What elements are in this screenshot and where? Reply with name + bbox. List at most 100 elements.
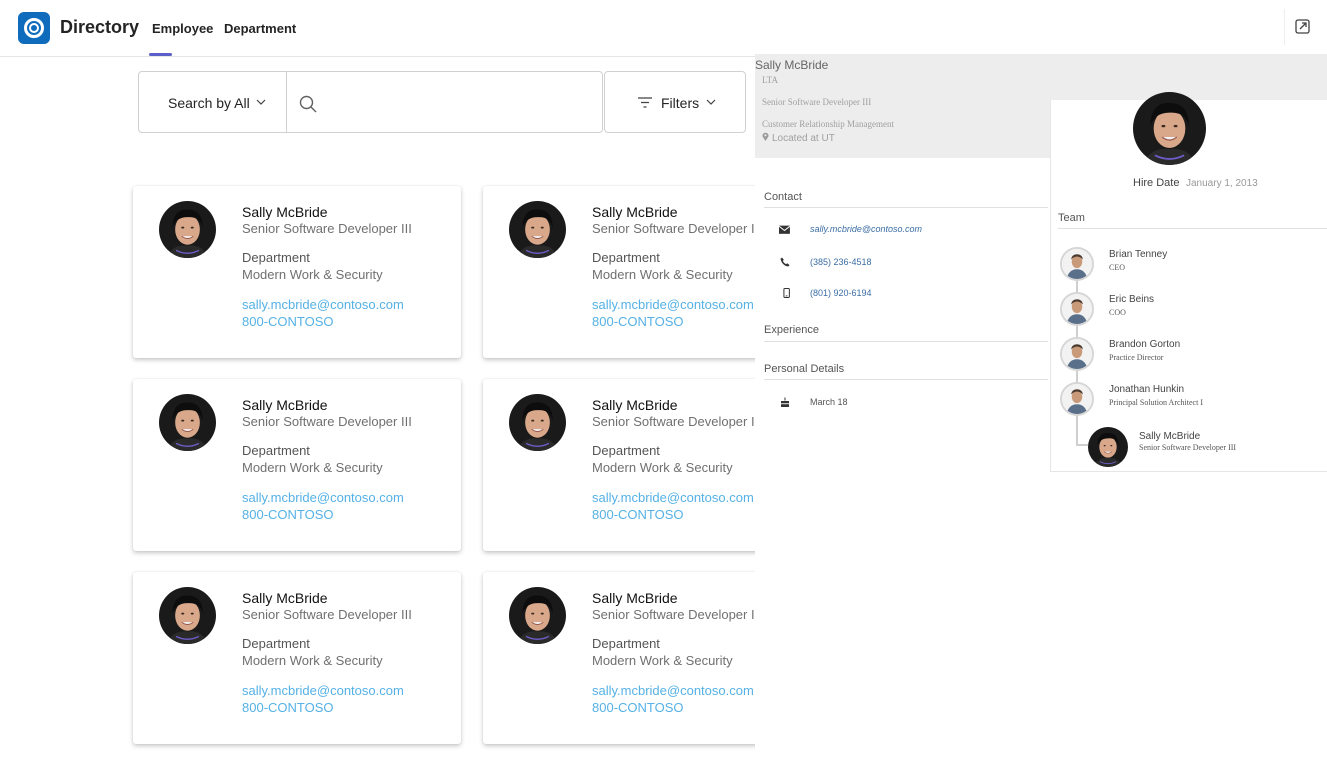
- contact-email: sally.mcbride@contoso.com: [810, 224, 923, 234]
- tab-department[interactable]: Department: [224, 21, 296, 36]
- team-member-name[interactable]: Eric Beins: [1109, 294, 1154, 305]
- employee-card[interactable]: Sally McBride Senior Software Developer …: [133, 379, 461, 551]
- search-input[interactable]: [331, 90, 591, 116]
- team-member-role: Principal Solution Architect I: [1109, 398, 1203, 407]
- team-member-name[interactable]: Sally McBride: [1139, 431, 1200, 442]
- phone-link[interactable]: 800-CONTOSO: [242, 507, 334, 522]
- employee-title: Senior Software Developer III: [592, 221, 755, 236]
- email-link[interactable]: sally.mcbride@contoso.com: [592, 297, 754, 312]
- phone-icon: [780, 257, 790, 267]
- avatar[interactable]: [1060, 337, 1094, 371]
- department-label: Department: [592, 443, 660, 458]
- mail-icon: [779, 225, 791, 234]
- org-chain-line: [1076, 444, 1088, 446]
- department-value: Modern Work & Security: [242, 267, 383, 282]
- team-member-role: Practice Director: [1109, 353, 1164, 362]
- team-member-name[interactable]: Jonathan Hunkin: [1109, 384, 1184, 395]
- app-title: Directory: [60, 17, 140, 37]
- employee-card[interactable]: Sally McBride Senior Software Developer …: [133, 572, 461, 744]
- hire-date-value: January 1, 2013: [1186, 178, 1258, 189]
- team-member-name[interactable]: Brandon Gorton: [1109, 339, 1180, 350]
- tab-employee[interactable]: Employee: [152, 21, 213, 36]
- employee-title: Senior Software Developer III: [242, 607, 412, 622]
- team-member-role: CEO: [1109, 263, 1125, 272]
- employee-name: Sally McBride: [592, 397, 678, 413]
- employee-title: Senior Software Developer III: [242, 221, 412, 236]
- search-icon: [299, 95, 317, 113]
- employee-card[interactable]: Sally McBride Senior Software Developer …: [483, 379, 755, 551]
- employee-title: Senior Software Developer III: [242, 414, 412, 429]
- avatar[interactable]: [1060, 247, 1094, 281]
- employee-card-grid: Sally McBride Senior Software Developer …: [120, 170, 755, 759]
- active-tab-indicator: [149, 53, 172, 56]
- employee-card[interactable]: Sally McBride Senior Software Developer …: [483, 186, 755, 358]
- search-scope-label: Search by All: [168, 95, 250, 111]
- email-link[interactable]: sally.mcbride@contoso.com: [242, 683, 404, 698]
- location-text: Located at UT: [772, 133, 835, 144]
- phone-link[interactable]: 800-CONTOSO: [592, 507, 684, 522]
- team-member-name[interactable]: Brian Tenney: [1109, 249, 1167, 260]
- chevron-down-icon: [256, 99, 266, 105]
- employee-title: Senior Software Developer III: [592, 607, 755, 622]
- employee-name: Sally McBride: [242, 397, 328, 413]
- avatar[interactable]: [1060, 292, 1094, 326]
- avatar: [159, 587, 216, 644]
- department-value: Modern Work & Security: [592, 267, 733, 282]
- mobile-icon: [783, 288, 790, 298]
- filters-label: Filters: [661, 95, 700, 111]
- phone-link[interactable]: 800-CONTOSO: [592, 314, 684, 329]
- department-label: Department: [242, 636, 310, 651]
- phone-link[interactable]: 800-CONTOSO: [592, 700, 684, 715]
- experience-heading: Experience: [764, 324, 820, 336]
- avatar: [509, 201, 566, 258]
- avatar: [159, 394, 216, 451]
- contact-heading: Contact: [764, 191, 802, 203]
- department-value: Modern Work & Security: [242, 460, 383, 475]
- profile-lta: LTA: [762, 75, 778, 85]
- profile-name: Sally McBride: [755, 58, 829, 72]
- hire-date-label: Hire Date: [1133, 177, 1180, 189]
- department-label: Department: [242, 443, 310, 458]
- divider: [764, 341, 1048, 342]
- search-input-box[interactable]: [286, 71, 603, 133]
- avatar: [159, 201, 216, 258]
- email-link[interactable]: sally.mcbride@contoso.com: [242, 490, 404, 505]
- employee-card[interactable]: Sally McBride Senior Software Developer …: [133, 186, 461, 358]
- avatar: [509, 394, 566, 451]
- app-header: Directory Employee Department: [0, 0, 1327, 57]
- personal-details-heading: Personal Details: [764, 363, 845, 375]
- phone-link[interactable]: 800-CONTOSO: [242, 314, 334, 329]
- team-member-role: COO: [1109, 308, 1126, 317]
- profile-location: Located at UT: [762, 132, 835, 144]
- avatar: [509, 587, 566, 644]
- location-pin-icon: [762, 132, 769, 141]
- avatar[interactable]: [1060, 382, 1094, 416]
- phone-link[interactable]: 800-CONTOSO: [242, 700, 334, 715]
- filters-button[interactable]: Filters: [604, 71, 746, 133]
- profile-avatar: [1133, 92, 1206, 165]
- contact-phone-2: (801) 920-6194: [810, 288, 872, 298]
- employee-name: Sally McBride: [592, 590, 678, 606]
- divider: [764, 379, 1048, 380]
- profile-role: Senior Software Developer III: [762, 97, 872, 107]
- avatar[interactable]: [1088, 427, 1128, 467]
- email-link[interactable]: sally.mcbride@contoso.com: [242, 297, 404, 312]
- filter-icon: [638, 97, 652, 108]
- employee-name: Sally McBride: [242, 590, 328, 606]
- team-heading: Team: [1058, 212, 1085, 224]
- pop-out-button[interactable]: [1284, 9, 1320, 45]
- chevron-down-icon: [706, 99, 716, 105]
- divider: [1058, 228, 1327, 229]
- directory-logo-icon: [18, 12, 50, 44]
- employee-name: Sally McBride: [592, 204, 678, 220]
- profile-org: Customer Relationship Management: [762, 119, 894, 129]
- department-label: Department: [592, 250, 660, 265]
- department-value: Modern Work & Security: [592, 653, 733, 668]
- email-link[interactable]: sally.mcbride@contoso.com: [592, 683, 754, 698]
- employee-card[interactable]: Sally McBride Senior Software Developer …: [483, 572, 755, 744]
- email-link[interactable]: sally.mcbride@contoso.com: [592, 490, 754, 505]
- department-value: Modern Work & Security: [242, 653, 383, 668]
- search-scope-dropdown[interactable]: Search by All: [138, 71, 287, 133]
- birthday-cake-icon: [781, 397, 789, 407]
- employee-name: Sally McBride: [242, 204, 328, 220]
